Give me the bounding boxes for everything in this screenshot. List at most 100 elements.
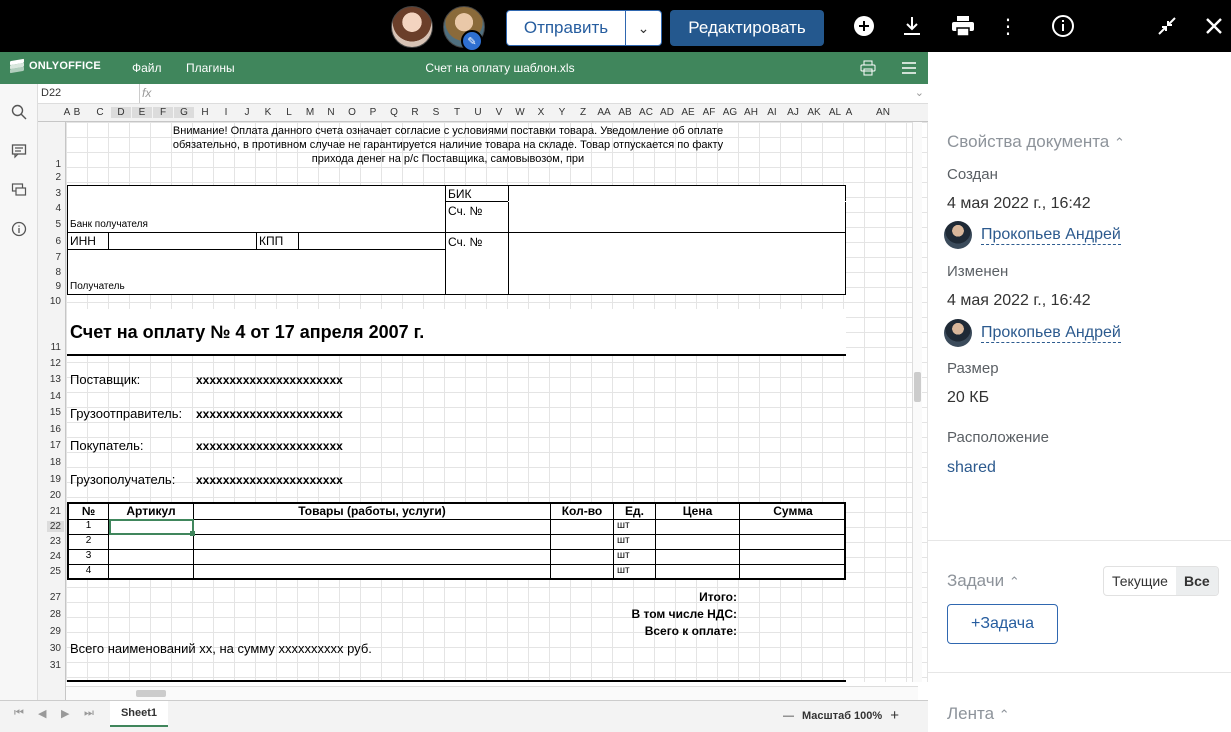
- vertical-scrollbar[interactable]: [912, 122, 922, 682]
- col-header[interactable]: I: [216, 107, 236, 118]
- row-header[interactable]: 31: [50, 660, 61, 671]
- row-header[interactable]: 15: [50, 407, 61, 418]
- created-user-name[interactable]: Прокопьев Андрей: [981, 226, 1121, 245]
- expand-formula-icon[interactable]: ⌄: [915, 86, 924, 99]
- info-icon[interactable]: [1049, 12, 1077, 40]
- row-header[interactable]: 9: [55, 281, 61, 292]
- row-header[interactable]: 12: [50, 358, 61, 369]
- cell-reference-box[interactable]: D22: [38, 84, 140, 103]
- col-header[interactable]: AJ: [783, 107, 803, 118]
- zoom-out-button[interactable]: —: [783, 710, 794, 722]
- row-header[interactable]: 7: [55, 252, 61, 263]
- add-icon[interactable]: [850, 12, 878, 40]
- col-header[interactable]: R: [405, 107, 425, 118]
- col-header[interactable]: G: [174, 107, 194, 118]
- row-header[interactable]: 24: [50, 551, 61, 562]
- last-sheet-icon[interactable]: ⏭: [84, 707, 94, 720]
- col-header[interactable]: P: [363, 107, 383, 118]
- col-header[interactable]: N: [321, 107, 341, 118]
- sheet-tab[interactable]: Sheet1: [110, 701, 168, 727]
- row-header[interactable]: 8: [55, 267, 61, 278]
- fill-handle[interactable]: [190, 531, 195, 536]
- row-header[interactable]: 11: [51, 342, 61, 353]
- row-header[interactable]: 18: [50, 457, 61, 468]
- row-header[interactable]: 14: [50, 391, 61, 402]
- row-header[interactable]: 4: [55, 203, 61, 214]
- col-header[interactable]: AG: [720, 107, 740, 118]
- col-header[interactable]: V: [489, 107, 509, 118]
- col-header[interactable]: A: [844, 107, 854, 118]
- col-header[interactable]: AE: [678, 107, 698, 118]
- horizontal-scrollbar[interactable]: [66, 686, 918, 700]
- col-header[interactable]: Y: [552, 107, 572, 118]
- col-header[interactable]: AI: [762, 107, 782, 118]
- add-task-button[interactable]: +Задача: [947, 604, 1058, 644]
- chevron-down-icon[interactable]: ⌄: [626, 11, 661, 45]
- col-header[interactable]: Q: [384, 107, 404, 118]
- modified-user[interactable]: Прокопьев Андрей: [944, 319, 1121, 347]
- col-header[interactable]: U: [468, 107, 488, 118]
- col-header[interactable]: B: [72, 107, 82, 118]
- row-header[interactable]: 28: [50, 609, 61, 620]
- col-header[interactable]: Z: [573, 107, 593, 118]
- next-sheet-icon[interactable]: ▶: [61, 707, 69, 720]
- col-header[interactable]: T: [447, 107, 467, 118]
- col-header[interactable]: X: [531, 107, 551, 118]
- chat-icon[interactable]: [9, 182, 29, 202]
- col-header[interactable]: D: [111, 107, 131, 118]
- send-button[interactable]: Отправить: [507, 11, 626, 45]
- row-header[interactable]: 22: [46, 521, 64, 532]
- comments-icon[interactable]: [9, 143, 29, 163]
- search-icon[interactable]: [9, 104, 29, 124]
- tasks-header[interactable]: Задачи ⌃: [947, 571, 1020, 591]
- col-header[interactable]: M: [300, 107, 320, 118]
- prev-sheet-icon[interactable]: ◀: [38, 707, 46, 720]
- col-header[interactable]: W: [510, 107, 530, 118]
- location-link[interactable]: shared: [947, 459, 996, 477]
- col-header[interactable]: F: [153, 107, 173, 118]
- row-header[interactable]: 10: [50, 296, 61, 307]
- col-header[interactable]: H: [195, 107, 215, 118]
- row-header[interactable]: 20: [50, 490, 61, 501]
- row-header[interactable]: 6: [55, 236, 61, 247]
- col-header[interactable]: L: [279, 107, 299, 118]
- tasks-current-tab[interactable]: Текущие: [1104, 567, 1176, 595]
- row-header[interactable]: 16: [50, 424, 61, 435]
- col-header[interactable]: E: [132, 107, 152, 118]
- row-header[interactable]: 5: [55, 219, 61, 230]
- col-header[interactable]: AH: [741, 107, 761, 118]
- col-header[interactable]: AK: [804, 107, 824, 118]
- col-header[interactable]: O: [342, 107, 362, 118]
- row-header[interactable]: 1: [55, 159, 61, 170]
- row-header[interactable]: 3: [55, 188, 61, 199]
- col-header[interactable]: AL: [825, 107, 845, 118]
- feed-header[interactable]: Лента ⌃: [947, 704, 1010, 724]
- hamburger-menu-icon[interactable]: [901, 60, 917, 79]
- edit-button[interactable]: Редактировать: [670, 10, 824, 46]
- col-header[interactable]: AA: [594, 107, 614, 118]
- col-header[interactable]: S: [426, 107, 446, 118]
- zoom-in-button[interactable]: +: [890, 707, 899, 724]
- row-header[interactable]: 27: [50, 592, 61, 603]
- modified-user-name[interactable]: Прокопьев Андрей: [981, 324, 1121, 343]
- user-avatar-1[interactable]: [391, 6, 433, 48]
- row-header[interactable]: 25: [50, 566, 61, 577]
- col-header[interactable]: AC: [636, 107, 656, 118]
- first-sheet-icon[interactable]: ⏮: [14, 707, 24, 720]
- function-icon[interactable]: fx: [142, 86, 158, 100]
- col-header[interactable]: AB: [615, 107, 635, 118]
- collapse-icon[interactable]: [1153, 12, 1181, 40]
- row-header[interactable]: 29: [50, 626, 61, 637]
- col-header[interactable]: J: [237, 107, 257, 118]
- col-header[interactable]: K: [258, 107, 278, 118]
- row-header[interactable]: 23: [50, 536, 61, 547]
- print-icon[interactable]: [860, 60, 876, 79]
- col-header[interactable]: AN: [868, 107, 898, 118]
- row-header[interactable]: 21: [50, 506, 61, 517]
- col-header[interactable]: AF: [699, 107, 719, 118]
- selected-cell[interactable]: [109, 519, 194, 535]
- row-header[interactable]: 30: [50, 643, 61, 654]
- download-icon[interactable]: [898, 12, 926, 40]
- col-header[interactable]: C: [90, 107, 110, 118]
- about-icon[interactable]: [9, 221, 29, 241]
